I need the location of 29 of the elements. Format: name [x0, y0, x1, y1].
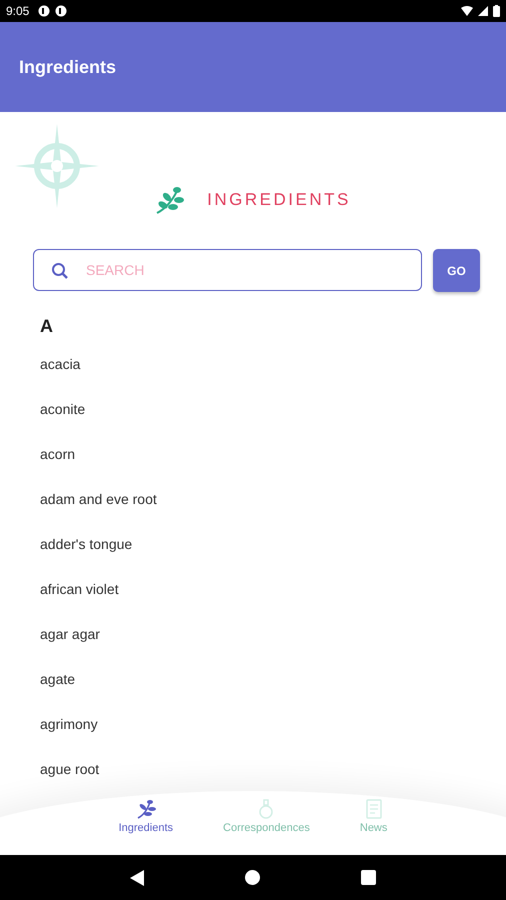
- ingredient-item[interactable]: african violet: [40, 580, 119, 598]
- leaf-icon: [155, 185, 186, 215]
- wifi-icon: [461, 6, 473, 16]
- compass-icon: [15, 124, 99, 208]
- ingredient-item[interactable]: adam and eve root: [40, 490, 157, 508]
- ingredient-item[interactable]: aconite: [40, 400, 86, 418]
- page-heading: INGREDIENTS: [207, 190, 351, 210]
- status-time: 9:05: [6, 4, 30, 18]
- home-icon[interactable]: [244, 870, 260, 885]
- signal-icon: [478, 6, 488, 16]
- app-title: Ingredients: [19, 56, 116, 78]
- nav-tab[interactable]: Ingredients: [118, 822, 174, 834]
- newspaper-icon: [364, 799, 384, 819]
- leaf-icon: [136, 799, 156, 819]
- section-letter: A: [40, 316, 54, 337]
- notification-icon: [38, 5, 50, 17]
- recents-icon[interactable]: [360, 870, 376, 885]
- search-field[interactable]: SEARCH: [33, 249, 422, 291]
- ingredient-item[interactable]: acacia: [40, 355, 80, 373]
- ingredient-item[interactable]: ague root: [40, 760, 100, 778]
- ingredient-item[interactable]: agar agar: [40, 625, 100, 643]
- back-icon[interactable]: [130, 870, 144, 886]
- ingredient-item[interactable]: acorn: [40, 445, 76, 463]
- ingredient-item[interactable]: adder's tongue: [40, 535, 132, 553]
- battery-icon: [493, 5, 500, 17]
- notification-icon: [55, 5, 68, 17]
- ingredient-item[interactable]: agrimony: [40, 715, 98, 733]
- ingredient-item[interactable]: agate: [40, 670, 76, 688]
- go-button[interactable]: GO: [433, 249, 480, 292]
